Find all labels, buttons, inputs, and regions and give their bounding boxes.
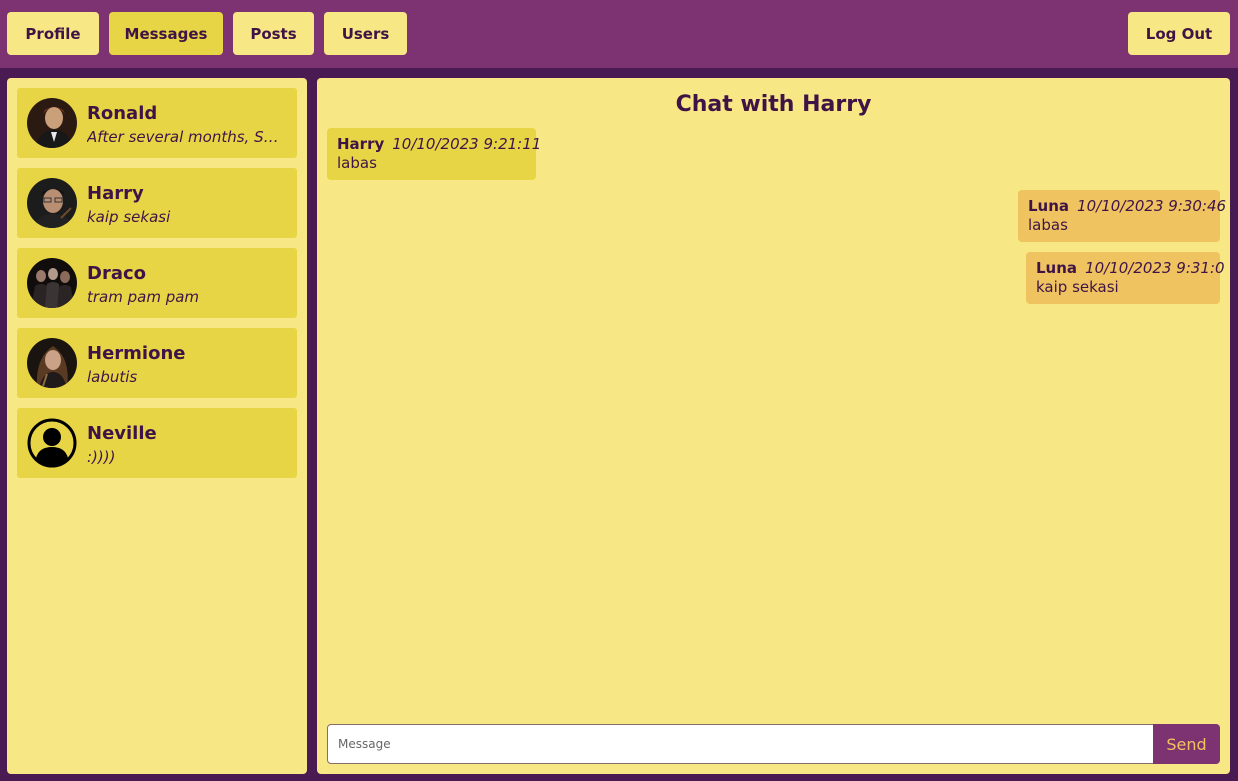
- conversation-item-neville[interactable]: Neville :)))): [17, 408, 297, 478]
- message-timestamp: 10/10/2023 9:31:0: [1085, 259, 1225, 277]
- message-bubble-incoming: Harry 10/10/2023 9:21:11 labas: [327, 128, 541, 180]
- logout-button[interactable]: Log Out: [1128, 12, 1230, 55]
- conversation-item-harry[interactable]: Harry kaip sekasi: [17, 168, 297, 238]
- contact-name: Draco: [87, 263, 147, 284]
- messages-nav-button[interactable]: Messages: [109, 12, 223, 55]
- avatar: [27, 98, 77, 148]
- contact-name: Hermione: [87, 343, 186, 364]
- conversation-item-ronald[interactable]: Ronald After several months, Skyler was …: [17, 88, 297, 158]
- contact-name: Ronald: [87, 103, 158, 124]
- avatar: [27, 338, 77, 388]
- message-timestamp: 10/10/2023 9:21:11: [392, 135, 542, 153]
- send-button[interactable]: Send: [1153, 724, 1220, 764]
- conversation-list: Ronald After several months, Skyler was …: [7, 78, 307, 774]
- message-text: labas: [337, 154, 377, 172]
- message-author: Luna: [1028, 197, 1070, 215]
- contact-name: Harry: [87, 183, 144, 204]
- chat-title: Chat with Harry: [675, 92, 872, 117]
- posts-nav-button[interactable]: Posts: [233, 12, 314, 55]
- users-nav-button[interactable]: Users: [324, 12, 407, 55]
- profile-nav-button[interactable]: Profile: [7, 12, 99, 55]
- message-author: Luna: [1036, 259, 1078, 277]
- avatar: [27, 178, 77, 228]
- message-author: Harry: [337, 135, 385, 153]
- chat-panel: Chat with Harry Harry 10/10/2023 9:21:11 …: [317, 78, 1230, 774]
- message-text: labas: [1028, 216, 1068, 234]
- message-text: kaip sekasi: [1036, 278, 1119, 296]
- contact-name: Neville: [87, 423, 157, 444]
- message-composer: Send: [327, 724, 1220, 764]
- default-avatar-icon: [27, 418, 77, 468]
- message-bubble-outgoing: Luna 10/10/2023 9:31:0 kaip sekasi: [1026, 252, 1225, 304]
- conversation-item-hermione[interactable]: Hermione labutis: [17, 328, 297, 398]
- message-bubble-outgoing: Luna 10/10/2023 9:30:46 labas: [1018, 190, 1226, 242]
- last-message-preview: kaip sekasi: [87, 208, 171, 226]
- avatar: [27, 258, 77, 308]
- message-input[interactable]: [327, 724, 1154, 764]
- message-timestamp: 10/10/2023 9:30:46: [1077, 197, 1227, 215]
- conversation-item-draco[interactable]: Draco tram pam pam: [17, 248, 297, 318]
- last-message-preview: tram pam pam: [87, 288, 200, 306]
- last-message-preview: After several months, Skyler was finally…: [87, 128, 287, 146]
- last-message-preview: :)))): [87, 448, 116, 466]
- last-message-preview: labutis: [87, 368, 138, 386]
- top-nav-bar: Profile Messages Posts Users Log Out: [0, 0, 1238, 68]
